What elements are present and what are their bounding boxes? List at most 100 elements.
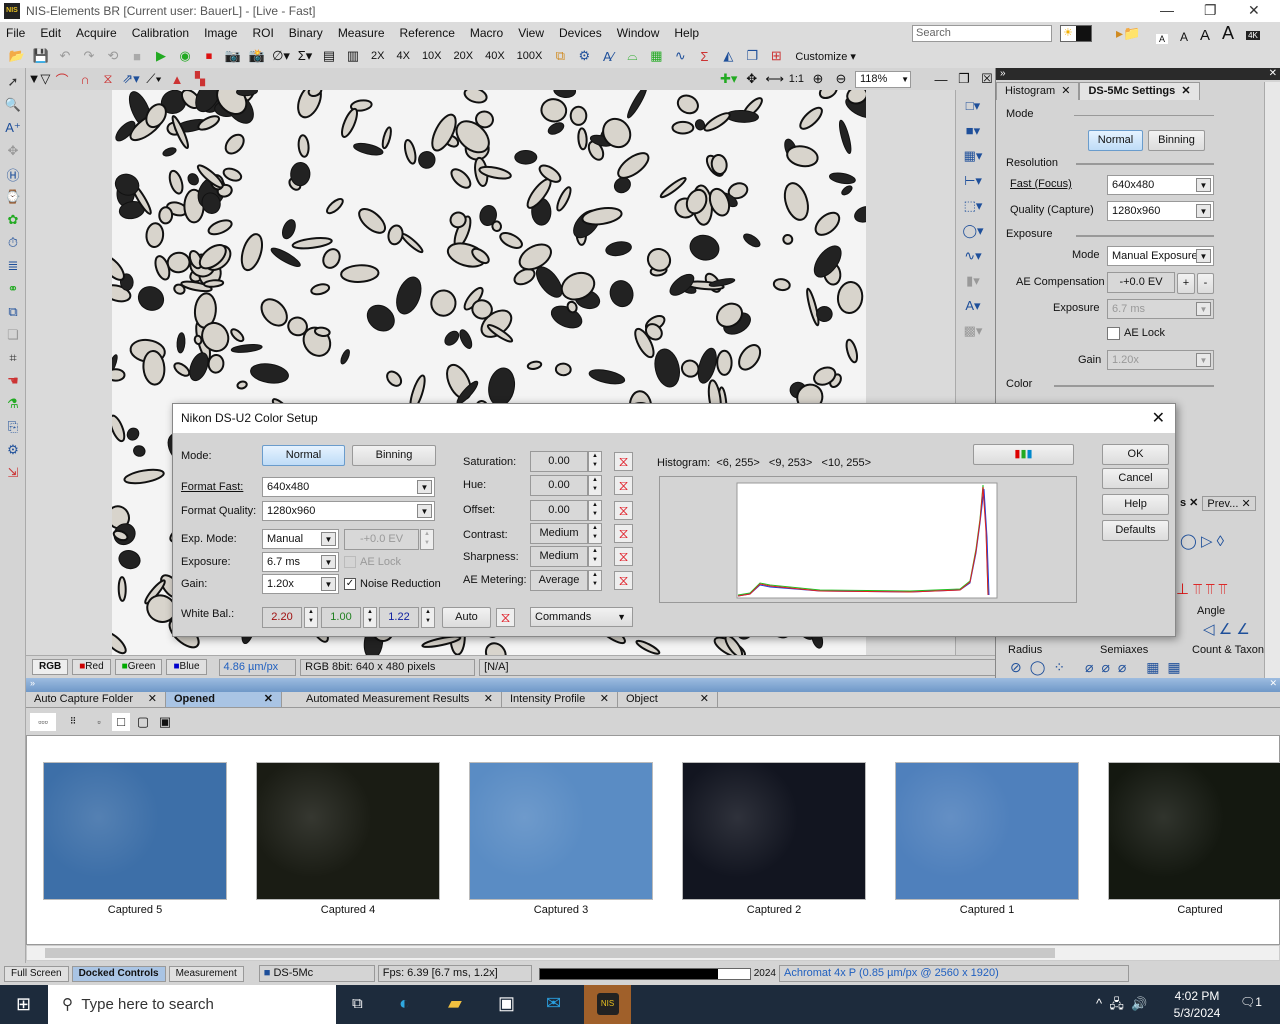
binning-mode-button[interactable]: Binning — [352, 445, 436, 466]
thumb-large-icon[interactable]: ▣ — [156, 713, 174, 731]
horizontal-scrollbar[interactable] — [26, 945, 1280, 961]
text-icon[interactable]: A▾ — [964, 297, 982, 315]
cancel-button[interactable]: Cancel — [1102, 468, 1169, 489]
clock-date[interactable]: 5/3/2024 — [1168, 1006, 1226, 1020]
channel-tab-rgb[interactable]: RGB — [32, 659, 69, 675]
duplicate-icon[interactable]: ❏ — [4, 326, 22, 344]
tab-intensity-profile[interactable]: Intensity Profile ✕ — [502, 692, 618, 707]
ae-plus-button[interactable]: + — [1177, 273, 1195, 294]
thumbnail-image[interactable] — [895, 762, 1079, 900]
wb-green-spinner[interactable]: ▲ ▼ — [363, 607, 377, 628]
horizontal-icon[interactable]: Ⓗ — [4, 165, 22, 183]
wb-blue-value[interactable]: 1.22 — [379, 607, 419, 628]
auto-measure-icon[interactable]: ⌚ — [4, 188, 22, 206]
redo-icon[interactable]: ↷ — [80, 47, 98, 65]
font-size-m[interactable]: A — [1200, 27, 1210, 44]
filter-icon[interactable]: ⚗ — [4, 395, 22, 413]
ae-lock-checkbox[interactable] — [344, 556, 356, 568]
fit-icon[interactable]: ✥ — [743, 70, 761, 88]
menu-calibration[interactable]: Calibration — [132, 26, 189, 40]
channel-grid-icon[interactable]: ▚ — [191, 70, 209, 88]
menu-file[interactable]: File — [6, 26, 25, 40]
ae-minus-button[interactable]: - — [1197, 273, 1214, 294]
wb-red-spinner[interactable]: ▲ ▼ — [304, 607, 318, 628]
contrast-value[interactable]: Medium — [530, 523, 588, 544]
zoom-select[interactable]: 118% ▼ — [855, 70, 911, 88]
tab-lower-1[interactable]: s ✕ — [1176, 496, 1202, 511]
tab-ds5mc-settings[interactable]: DS-5Mc Settings ✕ — [1079, 82, 1200, 100]
menu-macro[interactable]: Macro — [470, 26, 503, 40]
curve-icon[interactable]: ⌒ — [53, 70, 71, 88]
wb-reset-icon[interactable]: ⧖ — [496, 608, 515, 627]
font-size-l[interactable]: A — [1222, 23, 1234, 44]
normal-mode-button[interactable]: Normal — [262, 445, 345, 466]
scale-bar-icon[interactable]: ⊢▾ — [964, 172, 982, 190]
minimize-image-icon[interactable]: — — [932, 70, 950, 88]
menu-image[interactable]: Image — [204, 26, 237, 40]
rect-icon[interactable]: □▾ — [964, 97, 982, 115]
menu-acquire[interactable]: Acquire — [76, 26, 117, 40]
nis-taskbar-button[interactable]: NIS — [584, 985, 631, 1024]
add-lock-icon[interactable]: ✚▾ — [720, 70, 738, 88]
sharpness-reset-icon[interactable]: ⧖ — [614, 547, 633, 566]
format-fast-select[interactable]: 640x480 ▼ — [262, 477, 435, 497]
menu-devices[interactable]: Devices — [559, 26, 602, 40]
scale-icon[interactable]: ⇗▾ — [122, 70, 140, 88]
ae-metering-spinner[interactable]: ▲ ▼ — [588, 570, 602, 591]
gain-select[interactable]: 1.20x ▼ — [262, 574, 339, 594]
menu-view[interactable]: View — [518, 26, 544, 40]
restore-image-icon[interactable]: ❐ — [955, 70, 973, 88]
menu-reference[interactable]: Reference — [400, 26, 455, 40]
objective-add-icon[interactable]: ▥ — [344, 47, 362, 65]
windows-icon[interactable]: ❐ — [743, 47, 761, 65]
mag-40x[interactable]: 40X — [485, 50, 505, 62]
channels-icon[interactable]: ⚭ — [4, 280, 22, 298]
font-size-s[interactable]: A — [1180, 30, 1188, 44]
diameter-icon[interactable]: ∅▾ — [272, 47, 290, 65]
hand-icon[interactable]: ☚ — [4, 372, 22, 390]
ratio-button[interactable]: 1:1 — [789, 73, 804, 85]
reset-icon[interactable]: ⟲ — [104, 47, 122, 65]
gain-select[interactable]: 1.20x ▼ — [1107, 350, 1214, 370]
hue-reset-icon[interactable]: ⧖ — [614, 476, 633, 495]
saturation-spinner[interactable]: ▲ ▼ — [588, 451, 602, 472]
4k-badge[interactable]: 4K — [1246, 31, 1260, 40]
tab-object-count[interactable]: Object Count✕ — [618, 692, 718, 720]
menu-binary[interactable]: Binary — [289, 26, 323, 40]
mag-100x[interactable]: 100X — [517, 50, 543, 62]
dialog-close-button[interactable]: ✕ — [1152, 404, 1165, 433]
ev-spinner[interactable]: ▲ ▼ — [420, 529, 434, 550]
thumbnail-image[interactable] — [43, 762, 227, 900]
tab-auto-capture-folder[interactable]: Auto Capture Folder ✕ — [26, 692, 166, 707]
stack-icon[interactable]: ⧉ — [4, 303, 22, 321]
wb-blue-spinner[interactable]: ▲ ▼ — [421, 607, 435, 628]
save-icon[interactable]: 💾 — [32, 47, 50, 65]
thumbnail-image[interactable] — [1108, 762, 1280, 900]
crop-icon[interactable]: ⌗ — [4, 349, 22, 367]
tab-full-screen[interactable]: Full Screen — [4, 965, 69, 982]
channel-tab-red[interactable]: ■Red — [72, 659, 111, 675]
table-measure-icon[interactable]: ▦ — [647, 47, 665, 65]
offset-spinner[interactable]: ▲ ▼ — [588, 500, 602, 521]
lut-icon[interactable]: ▼▽ — [28, 70, 51, 88]
pointer-icon[interactable]: ➚ — [4, 73, 22, 91]
fit-width-icon[interactable]: ⟷ — [765, 70, 784, 88]
exit-icon[interactable]: ⇲ — [4, 464, 22, 482]
offset-reset-icon[interactable]: ⧖ — [614, 501, 633, 520]
annotate-icon[interactable]: A⁺ — [4, 119, 22, 137]
font-size-xs[interactable]: A — [1156, 34, 1169, 44]
thumbnail-image[interactable] — [256, 762, 440, 900]
count-sum-icon[interactable]: Σ — [695, 47, 713, 65]
mag-20x[interactable]: 20X — [454, 50, 474, 62]
view-grid-icon[interactable]: ⠿ — [60, 713, 86, 731]
menu-measure[interactable]: Measure — [338, 26, 385, 40]
zoom-in-icon[interactable]: ⊕ — [809, 70, 827, 88]
thumb-tiny-icon[interactable]: ▫ — [90, 713, 108, 731]
shape-tools[interactable]: ◯ ▷ ◊ — [1180, 532, 1224, 550]
distance-tools[interactable]: ⊥ ⫪ ⫪ ⫪ — [1176, 580, 1227, 598]
ae-lock-checkbox[interactable] — [1107, 327, 1120, 340]
store-icon[interactable]: ▣ — [498, 993, 515, 1014]
thumbnail-image[interactable] — [469, 762, 653, 900]
tab-preview[interactable]: Prev... ✕ — [1202, 496, 1256, 511]
channel-tab-blue[interactable]: ■Blue — [166, 659, 207, 675]
